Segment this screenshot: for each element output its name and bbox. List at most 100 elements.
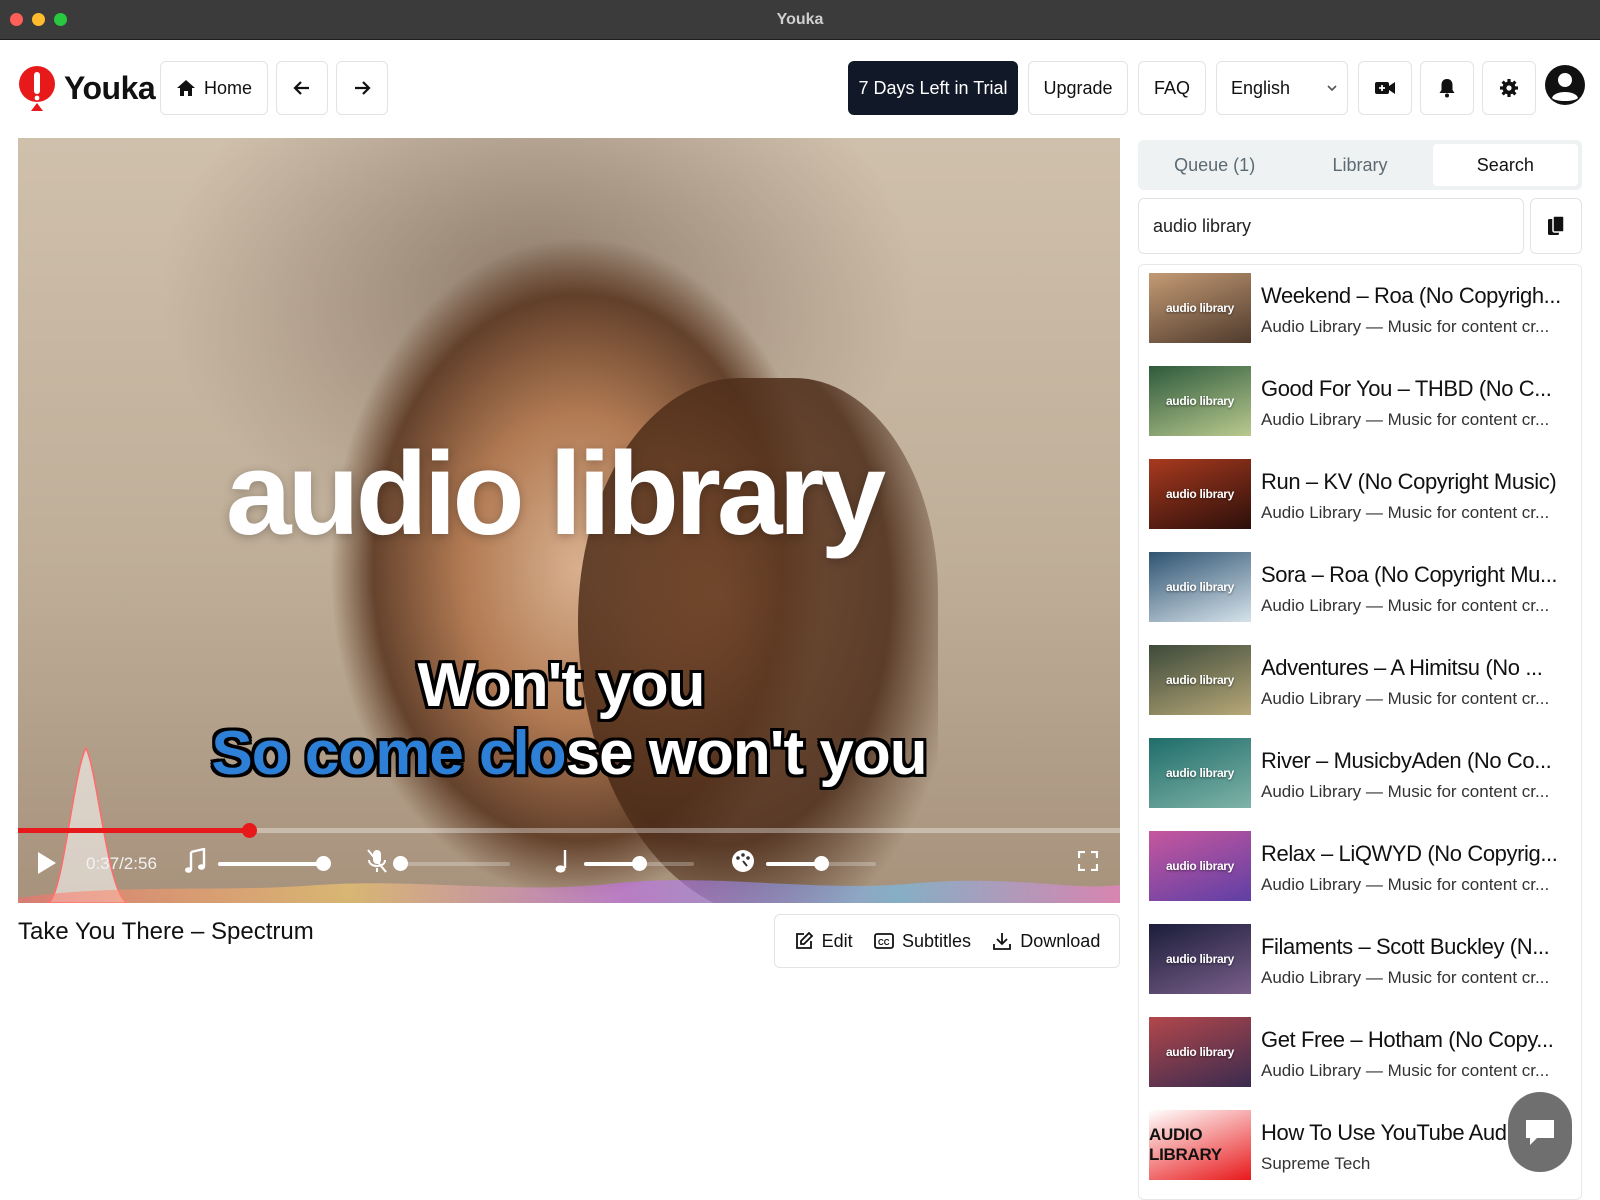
search-result-item[interactable]: audio library Weekend – Roa (No Copyrigh.… (1149, 273, 1579, 353)
mic-volume-slider[interactable] (393, 856, 510, 871)
result-thumbnail: audio library (1149, 273, 1251, 343)
result-title: Filaments – Scott Buckley (N... (1261, 934, 1550, 959)
back-button[interactable] (276, 61, 328, 115)
home-icon (176, 80, 195, 96)
paste-button[interactable] (1530, 198, 1582, 254)
minimize-window-button[interactable] (32, 13, 45, 26)
result-text: Filaments – Scott Buckley (N... Audio Lib… (1261, 924, 1549, 1004)
search-result-item[interactable]: audio library Get Free – Hotham (No Copy.… (1149, 1017, 1579, 1097)
home-button[interactable]: Home (160, 61, 268, 115)
notifications-button[interactable] (1420, 61, 1474, 115)
thumbnail-label: AUDIO LIBRARY (1149, 1125, 1222, 1164)
result-channel: Audio Library — Music for content cr... (1261, 1061, 1550, 1080)
svg-text:CC: CC (878, 938, 890, 947)
result-text: Relax – LiQWYD (No Copyrig... Audio Libra… (1261, 831, 1558, 911)
search-result-item[interactable]: audio library Relax – LiQWYD (No Copyrig.… (1149, 831, 1579, 911)
user-avatar[interactable] (1544, 64, 1586, 106)
camera-button[interactable] (1358, 61, 1412, 115)
window-titlebar: Youka (0, 0, 1600, 40)
thumbnail-label: audio library (1165, 487, 1235, 501)
result-title: Adventures – A Himitsu (No ... (1261, 655, 1543, 680)
user-icon (1545, 65, 1585, 105)
tempo-handle[interactable] (814, 856, 829, 871)
maximize-window-button[interactable] (54, 13, 67, 26)
forward-button[interactable] (336, 61, 388, 115)
result-channel: Audio Library — Music for content cr... (1261, 596, 1550, 615)
seek-bar[interactable] (18, 823, 1120, 838)
result-text: How To Use YouTube Audio Supreme Tech (1261, 1110, 1523, 1190)
search-result-item[interactable]: audio library Good For You – THBD (No C..… (1149, 366, 1579, 446)
mic-volume-handle[interactable] (393, 856, 408, 871)
result-channel: Audio Library — Music for content cr... (1261, 410, 1550, 429)
result-text: Get Free – Hotham (No Copy... Audio Libra… (1261, 1017, 1553, 1097)
edit-button[interactable]: Edit (794, 931, 853, 952)
song-actions: Edit CC Subtitles Download (774, 914, 1120, 968)
subtitles-button[interactable]: CC Subtitles (874, 931, 971, 952)
microphone-logo-icon (19, 66, 55, 111)
tempo-fill (766, 862, 821, 866)
result-title: Weekend – Roa (No Copyrigh... (1261, 283, 1561, 308)
edit-icon (795, 931, 813, 949)
upgrade-button[interactable]: Upgrade (1028, 61, 1128, 115)
search-result-item[interactable]: audio library Sora – Roa (No Copyright Mu… (1149, 552, 1579, 632)
language-value: English (1231, 77, 1291, 98)
result-title: Run – KV (No Copyright Music) (1261, 469, 1557, 494)
music-volume-handle[interactable] (315, 856, 331, 871)
app-logo[interactable]: Youka (18, 65, 156, 111)
language-select[interactable]: English (1216, 61, 1348, 115)
search-result-item[interactable]: audio library Adventures – A Himitsu (No … (1149, 645, 1579, 725)
sidebar-tabs: Queue (1) Library Search (1138, 140, 1582, 190)
app-header: Youka Home 7 Days Left in Trial Upgrade … (0, 40, 1600, 140)
video-camera-icon (1375, 82, 1395, 94)
result-text: Weekend – Roa (No Copyrigh... Audio Libra… (1261, 273, 1561, 353)
video-overlay-title: audio library (225, 428, 886, 560)
trial-button[interactable]: 7 Days Left in Trial (848, 61, 1018, 115)
tab-queue[interactable]: Queue (1) (1142, 144, 1287, 186)
result-title: How To Use YouTube Audio (1261, 1120, 1523, 1145)
search-results: audio library Weekend – Roa (No Copyrigh.… (1138, 264, 1582, 1200)
result-title: Get Free – Hotham (No Copy... (1261, 1027, 1554, 1052)
search-result-item[interactable]: audio library Run – KV (No Copyright Musi… (1149, 459, 1579, 539)
result-thumbnail: audio library (1149, 738, 1251, 808)
download-button[interactable]: Download (992, 931, 1100, 952)
search-input[interactable] (1138, 198, 1524, 254)
settings-button[interactable] (1482, 61, 1536, 115)
paste-icon (1548, 215, 1565, 235)
result-channel: Supreme Tech (1261, 1154, 1371, 1173)
pitch-slider[interactable] (584, 856, 694, 871)
tab-library[interactable]: Library (1287, 144, 1432, 186)
pitch-note-icon[interactable] (552, 848, 570, 874)
download-label: Download (1020, 930, 1101, 951)
faq-button[interactable]: FAQ (1138, 61, 1206, 115)
thumbnail-label: audio library (1165, 952, 1235, 966)
search-result-item[interactable]: audio library Filaments – Scott Buckley (… (1149, 924, 1579, 1004)
result-thumbnail: audio library (1149, 366, 1251, 436)
window-controls (10, 13, 67, 26)
video-player[interactable]: audio library Won't you So come close wo… (18, 138, 1120, 903)
subtitles-label: Subtitles (901, 930, 971, 951)
chat-icon (1526, 1120, 1554, 1145)
time-readout: 0:37/2:56 (86, 854, 157, 873)
result-channel: Audio Library — Music for content cr... (1261, 317, 1550, 336)
close-window-button[interactable] (10, 13, 23, 26)
music-note-icon[interactable] (184, 848, 206, 874)
chat-button[interactable] (1508, 1092, 1572, 1172)
pitch-handle[interactable] (632, 856, 647, 871)
fullscreen-icon[interactable] (1078, 851, 1098, 871)
result-text: Run – KV (No Copyright Music) Audio Libra… (1261, 459, 1556, 539)
thumbnail-label: audio library (1165, 859, 1235, 873)
edit-label: Edit (821, 930, 853, 951)
microphone-muted-icon[interactable] (366, 848, 388, 874)
tempo-icon[interactable] (730, 848, 756, 874)
arrow-right-icon (355, 81, 371, 95)
lyric-line-current: Won't you (417, 651, 706, 720)
play-icon[interactable] (36, 850, 58, 876)
search-result-item[interactable]: audio library River – MusicbyAden (No Co.… (1149, 738, 1579, 818)
thumbnail-label: audio library (1165, 673, 1235, 687)
tempo-slider[interactable] (766, 856, 876, 871)
result-text: Adventures – A Himitsu (No ... Audio Libr… (1261, 645, 1549, 725)
result-text: Sora – Roa (No Copyright Mu... Audio Libr… (1261, 552, 1557, 632)
result-title: Good For You – THBD (No C... (1261, 376, 1552, 401)
music-volume-slider[interactable] (218, 856, 331, 871)
tab-search[interactable]: Search (1432, 144, 1578, 186)
